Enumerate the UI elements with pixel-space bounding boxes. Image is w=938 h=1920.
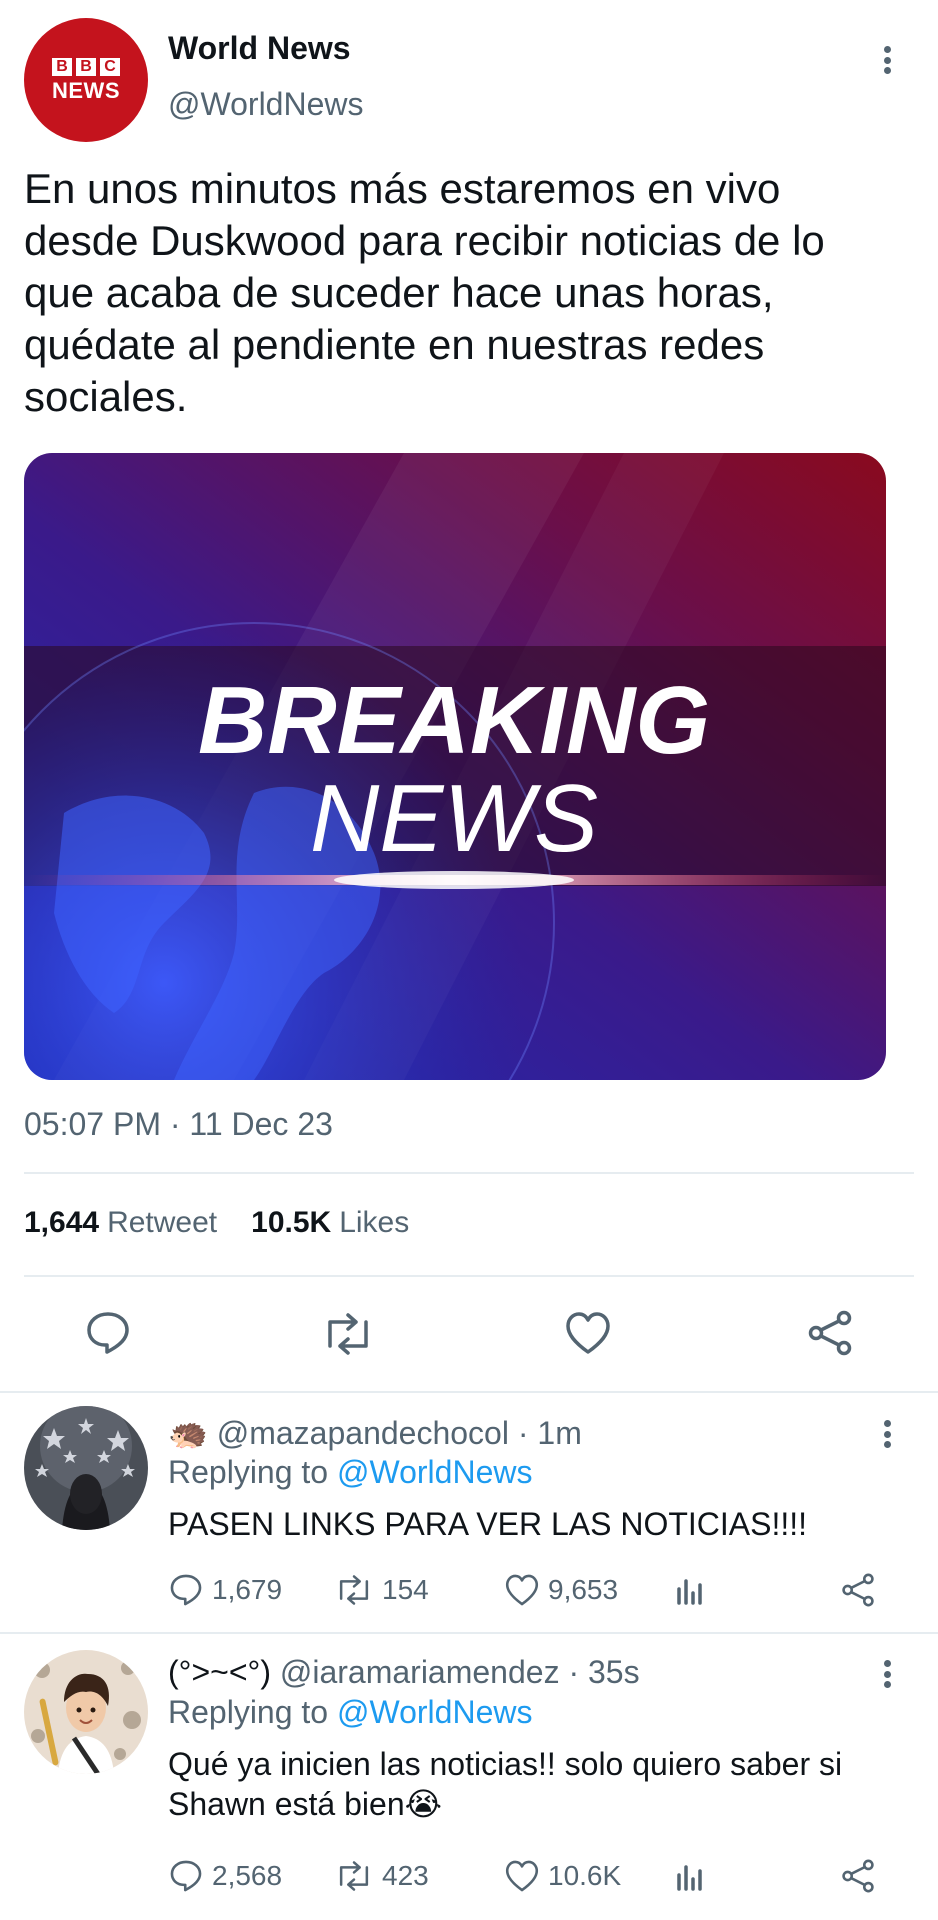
- reply-like-button[interactable]: 9,653: [504, 1570, 618, 1610]
- reply-display-name[interactable]: (°>~<°): [168, 1654, 271, 1690]
- views-button[interactable]: [674, 1856, 708, 1896]
- reply-share-button[interactable]: [840, 1570, 876, 1610]
- replying-to: Replying to @WorldNews: [168, 1454, 533, 1490]
- reply-icon: [170, 1574, 202, 1606]
- reply-reply-button[interactable]: 1,679: [168, 1570, 282, 1610]
- analytics-icon: [677, 1865, 702, 1891]
- retweet-icon: [339, 1861, 369, 1891]
- divider: [24, 1275, 914, 1277]
- reply-retweet-button[interactable]: 423: [334, 1856, 429, 1896]
- reply-text: PASEN LINKS PARA VER LAS NOTICIAS!!!!: [168, 1506, 808, 1542]
- views-button[interactable]: [674, 1570, 708, 1610]
- reply-item[interactable]: 🦔 @mazapandechocol · 1m Replying to @Wor…: [0, 1392, 938, 1632]
- retweets-stat[interactable]: 1,644 Retweet: [24, 1206, 217, 1240]
- reply-more-options-icon[interactable]: [875, 1654, 899, 1694]
- like-icon: [505, 1860, 539, 1892]
- reply-count: 2,568: [212, 1860, 283, 1891]
- like-icon[interactable]: [564, 1310, 612, 1361]
- reply-icon: [170, 1860, 202, 1892]
- likes-stat[interactable]: 10.5K Likes: [251, 1206, 409, 1240]
- share-icon: [842, 1573, 874, 1607]
- reply-reply-button[interactable]: 2,568: [168, 1856, 282, 1896]
- reply-time[interactable]: · 1m: [518, 1415, 582, 1451]
- reply-header: 🦔 @mazapandechocol · 1m: [168, 1414, 582, 1452]
- share-icon: [842, 1859, 874, 1893]
- reply-action-bar: 2,568 423 10.6K: [168, 1856, 888, 1896]
- bbc-logo: B B C: [52, 58, 120, 76]
- reply-header: (°>~<°) @iaramariamendez · 35s: [168, 1654, 640, 1691]
- reply-count: 1,679: [212, 1574, 283, 1605]
- reply-time[interactable]: · 35s: [568, 1654, 639, 1690]
- like-count: 9,653: [548, 1574, 619, 1605]
- reply-share-button[interactable]: [840, 1856, 876, 1896]
- retweet-count: 154: [382, 1574, 429, 1605]
- like-count: 10.6K: [548, 1860, 622, 1891]
- retweet-count: 423: [382, 1860, 429, 1891]
- retweet-icon: [339, 1575, 369, 1605]
- reply-handle[interactable]: @iaramariamendez: [280, 1654, 560, 1690]
- author-name[interactable]: World News: [168, 30, 351, 67]
- reply-retweet-button[interactable]: 154: [334, 1570, 429, 1610]
- more-options-icon[interactable]: [875, 40, 899, 80]
- author-avatar[interactable]: B B C NEWS: [24, 18, 148, 142]
- media-headline-2: NEWS: [310, 765, 598, 872]
- tweet-media-image[interactable]: BREAKING NEWS: [24, 453, 886, 1080]
- reply-text: Qué ya inicien las noticias!! solo quier…: [168, 1746, 843, 1822]
- replying-to-mention[interactable]: @WorldNews: [337, 1454, 532, 1490]
- reply-handle[interactable]: @mazapandechocol: [217, 1415, 509, 1451]
- reply-more-options-icon[interactable]: [875, 1414, 899, 1454]
- analytics-icon: [677, 1579, 702, 1605]
- replying-to-mention[interactable]: @WorldNews: [337, 1694, 532, 1730]
- author-handle[interactable]: @WorldNews: [168, 86, 363, 123]
- tweet-timestamp[interactable]: 05:07 PM · 11 Dec 23: [24, 1106, 333, 1143]
- reply-avatar[interactable]: [24, 1406, 148, 1530]
- reply-avatar[interactable]: [24, 1650, 148, 1774]
- replying-to: Replying to @WorldNews: [168, 1694, 533, 1730]
- divider: [24, 1172, 914, 1174]
- media-headline-1: BREAKING: [198, 667, 710, 774]
- like-icon: [505, 1574, 539, 1606]
- reply-action-bar: 1,679 154 9,653: [168, 1570, 888, 1610]
- tweet-header: B B C NEWS World News @WorldNews: [0, 0, 938, 150]
- tweet-text: En unos minutos más estaremos en vivo de…: [24, 165, 825, 420]
- retweet-icon[interactable]: [320, 1312, 376, 1361]
- user-emoji: 🦔: [168, 1415, 208, 1451]
- reply-like-button[interactable]: 10.6K: [504, 1856, 621, 1896]
- share-icon[interactable]: [806, 1310, 854, 1361]
- reply-item[interactable]: (°>~<°) @iaramariamendez · 35s Replying …: [0, 1634, 938, 1920]
- tweet-stats: 1,644 Retweet 10.5K Likes: [24, 1206, 409, 1240]
- reply-icon[interactable]: [84, 1310, 132, 1361]
